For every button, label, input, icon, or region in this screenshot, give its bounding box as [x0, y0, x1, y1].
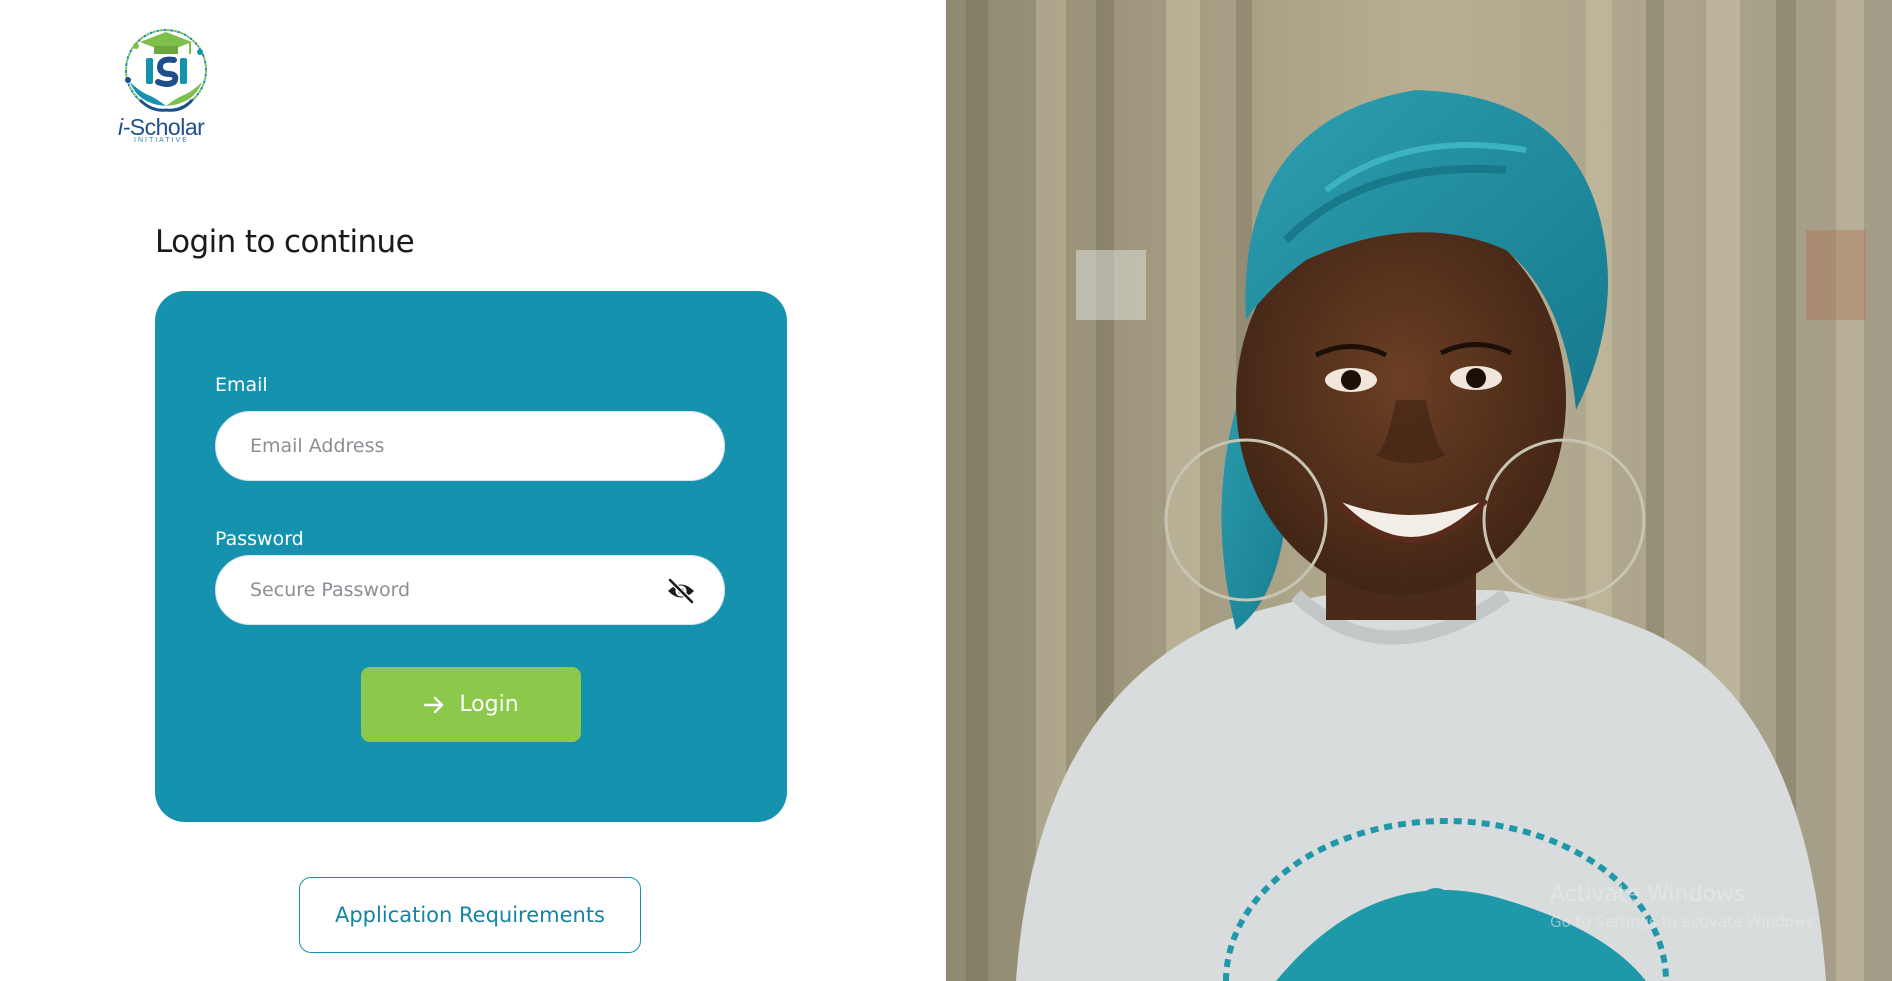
brand-name-prefix: i-	[118, 114, 130, 140]
email-field-wrapper	[215, 411, 725, 481]
login-page: i-Scholar INITIATIVE Login to continue E…	[0, 0, 1892, 981]
watermark-subtitle: Go to Settings to activate Windows.	[1550, 913, 1819, 931]
password-field[interactable]	[250, 556, 650, 624]
student-photo	[946, 0, 1892, 981]
page-title: Login to continue	[155, 224, 415, 260]
password-label: Password	[215, 528, 304, 550]
login-form-card: Email Password	[155, 291, 787, 822]
email-label: Email	[215, 374, 268, 396]
arrow-right-icon	[423, 696, 445, 714]
login-pane: i-Scholar INITIATIVE Login to continue E…	[0, 0, 946, 981]
hero-photo	[946, 0, 1892, 981]
eye-slash-icon[interactable]	[666, 577, 696, 605]
login-button-label: Login	[459, 692, 519, 717]
email-field[interactable]	[250, 412, 650, 480]
password-field-wrapper	[215, 555, 725, 625]
activate-windows-watermark: Activate Windows Go to Settings to activ…	[1550, 882, 1819, 931]
brand-tagline: INITIATIVE	[134, 137, 189, 144]
login-button[interactable]: Login	[361, 667, 581, 742]
application-requirements-button[interactable]: Application Requirements	[299, 877, 641, 953]
watermark-title: Activate Windows	[1550, 882, 1746, 907]
logo-emblem-icon	[125, 29, 207, 112]
